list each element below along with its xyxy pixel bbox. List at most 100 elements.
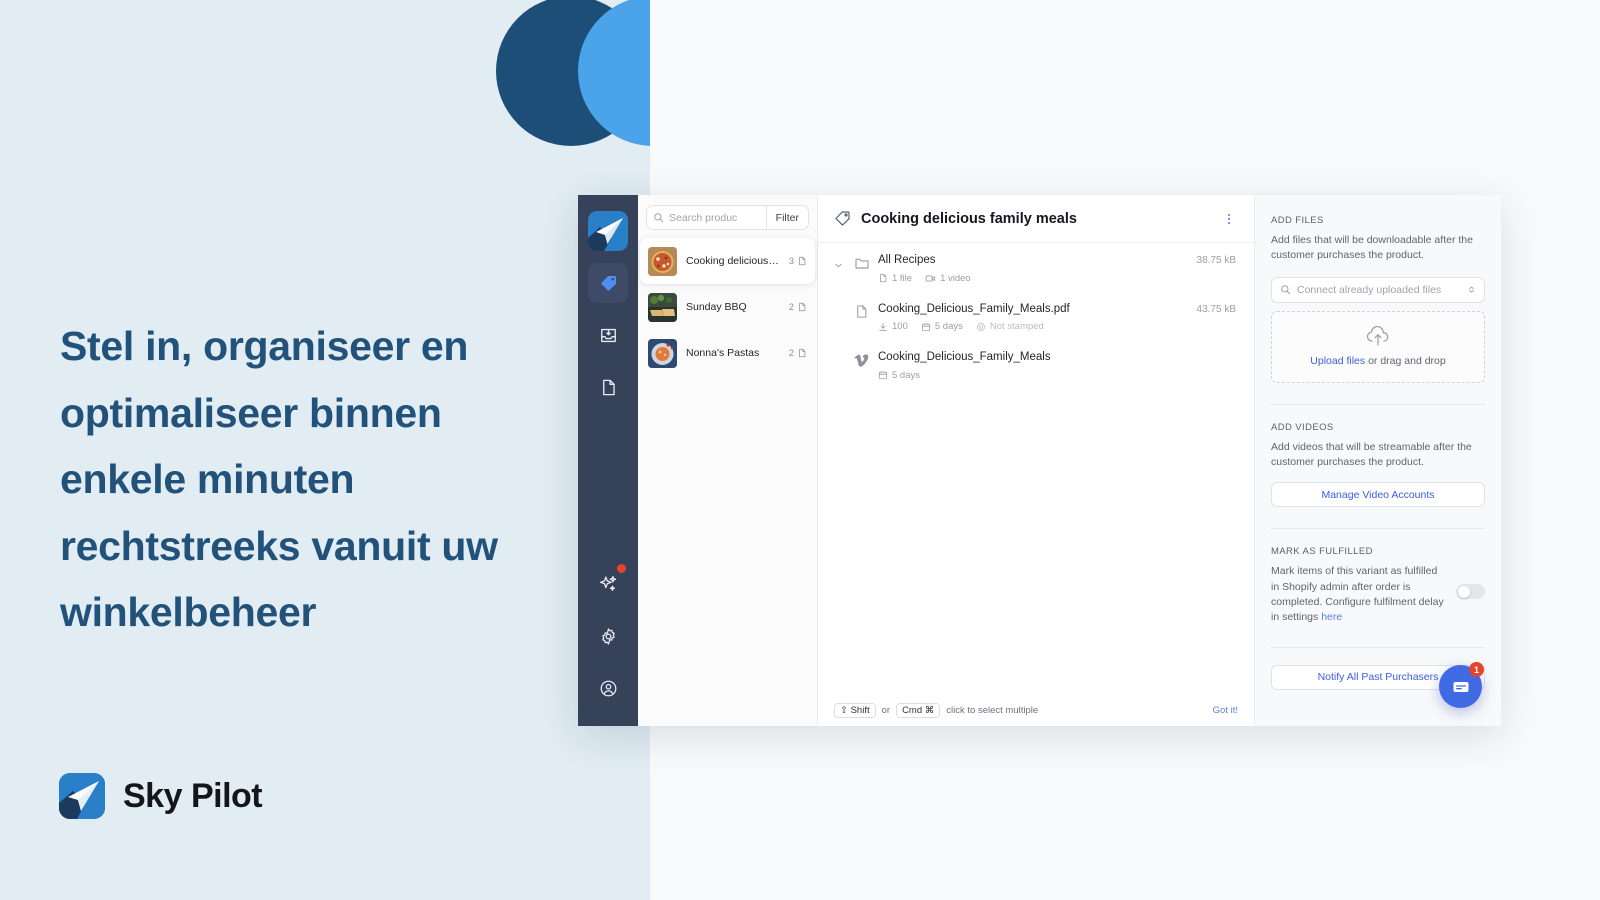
meta-text: 5 days (892, 369, 920, 381)
add-files-description: Add files that will be downloadable afte… (1271, 234, 1473, 262)
rail-item-logo[interactable] (588, 211, 628, 251)
file-meta: 100 5 days Not stamped (878, 321, 1189, 332)
brand-name: Sky Pilot (123, 776, 263, 815)
dropzone-suffix: or drag and drop (1365, 355, 1446, 368)
page-icon (602, 379, 615, 395)
product-search-row: Search produc Filter (646, 205, 809, 230)
row-type-icon (853, 302, 870, 319)
file-icon (799, 256, 806, 266)
meta-video-count: 1 video (925, 273, 971, 284)
file-size: 38.75 kB (1196, 255, 1236, 266)
rail-item-account[interactable] (588, 668, 628, 708)
expand-chevron-spacer (834, 302, 845, 306)
download-icon (879, 322, 887, 331)
product-title: Sunday BBQ (686, 301, 747, 313)
rail-item-magic[interactable] (588, 564, 628, 604)
meta-text: 5 days (934, 321, 963, 333)
upload-files-link[interactable]: Upload files (1310, 355, 1365, 367)
mark-as-fulfilled-block: MARK AS FULFILLED Mark items of this var… (1271, 546, 1485, 625)
product-file-count: 2 (789, 302, 807, 313)
rail-item-pages[interactable] (588, 367, 628, 407)
file-icon (857, 304, 867, 318)
file-row[interactable]: Cooking_Delicious_Family_Meals 5 days (818, 340, 1254, 389)
hint-text: click to select multiple (946, 704, 1039, 716)
file-icon (799, 348, 806, 358)
product-file-count-value: 2 (788, 347, 794, 359)
rail-item-products[interactable] (588, 263, 628, 303)
file-icon (799, 302, 806, 312)
gear-icon (601, 627, 615, 645)
brand-lockup: Sky Pilot (59, 773, 263, 819)
row-type-icon (853, 350, 870, 368)
file-size: 43.75 kB (1196, 303, 1236, 315)
tag-icon (600, 275, 616, 291)
filter-button[interactable]: Filter (765, 206, 808, 229)
marketing-headline: Stel in, organiseer en optimaliseer binn… (60, 323, 498, 636)
toggle-knob (1457, 585, 1470, 598)
chevron-updown-icon[interactable] (1467, 284, 1476, 295)
expand-chevron[interactable] (834, 253, 845, 275)
chat-launcher-button[interactable]: 1 (1439, 662, 1484, 708)
chevron-down-icon (835, 263, 842, 268)
product-detail-header: Cooking delicious family meals (818, 195, 1254, 243)
product-title: Nonna's Pastas (686, 347, 760, 359)
video-icon (925, 275, 936, 281)
row-type-icon (853, 253, 870, 271)
add-videos-title: ADD VIDEOS (1271, 421, 1334, 433)
meta-text: Not stamped (989, 321, 1044, 333)
vimeo-icon (853, 354, 868, 367)
product-thumbnail (648, 246, 677, 276)
file-row[interactable]: All Recipes 1 file 1 video 38.75 kB (818, 243, 1254, 292)
file-row[interactable]: Cooking_Delicious_Family_Meals.pdf 100 5… (818, 292, 1254, 341)
page-title: Cooking delicious family meals (861, 210, 1077, 227)
file-meta: 5 days (878, 370, 1228, 381)
add-files-title: ADD FILES (1271, 215, 1324, 226)
search-input[interactable]: Search produc (647, 206, 766, 229)
product-detail-column: Cooking delicious family meals All Recip… (818, 195, 1255, 726)
divider (1271, 646, 1485, 648)
file-name: Cooking_Delicious_Family_Meals.pdf (878, 302, 1070, 315)
got-it-button[interactable]: Got it! (1213, 705, 1238, 716)
product-list-item[interactable]: Sunday BBQ 2 (640, 284, 815, 330)
meta-download-limit: 100 (878, 321, 908, 332)
file-dropzone[interactable]: Upload files or drag and drop (1271, 310, 1485, 383)
search-placeholder: Search produc (669, 211, 738, 224)
rail-item-settings[interactable] (588, 616, 628, 656)
product-list-item[interactable]: Cooking delicious f... 3 (640, 238, 815, 284)
sky-pilot-logo-icon (588, 211, 628, 251)
kebab-menu-icon[interactable] (1222, 212, 1236, 226)
product-file-count: 3 (789, 256, 807, 267)
connect-files-placeholder: Connect already uploaded files (1297, 283, 1442, 296)
mark-as-fulfilled-toggle[interactable] (1456, 584, 1485, 600)
sky-pilot-logo-icon (59, 773, 105, 819)
connect-files-input[interactable]: Connect already uploaded files (1271, 276, 1485, 303)
stamp-icon (976, 322, 985, 331)
settings-panel: ADD FILES Add files that will be downloa… (1255, 195, 1501, 726)
manage-video-accounts-button[interactable]: Manage Video Accounts (1271, 482, 1485, 508)
file-icon (880, 273, 887, 283)
file-row-body: Cooking_Delicious_Family_Meals.pdf 100 5… (878, 302, 1189, 333)
settings-here-link[interactable]: here (1321, 611, 1342, 623)
kbd-cmd: Cmd ⌘ (896, 702, 941, 718)
app-window: Search produc Filter Cooking delicious f… (578, 195, 1501, 726)
file-name: Cooking_Delicious_Family_Meals (878, 351, 1051, 364)
meta-stamp-status: Not stamped (976, 321, 1044, 332)
meta-text: 1 video (940, 272, 971, 284)
meta-text: 1 file (892, 272, 913, 284)
mark-as-fulfilled-description: Mark items of this variant as fulfilled … (1271, 564, 1446, 625)
rail-item-downloads[interactable] (588, 315, 628, 355)
product-file-count-value: 3 (788, 255, 794, 267)
product-thumbnail (648, 292, 677, 322)
product-list-item[interactable]: Nonna's Pastas 2 (640, 330, 815, 376)
tag-icon (835, 211, 850, 226)
file-name: All Recipes (878, 254, 936, 266)
product-file-count-value: 2 (788, 301, 794, 313)
meta-expiry: 5 days (921, 321, 963, 332)
meta-text: 100 (892, 321, 908, 333)
mark-as-fulfilled-text: MARK AS FULFILLED Mark items of this var… (1271, 546, 1446, 625)
hint-or: or (881, 704, 891, 716)
folder-icon (854, 258, 869, 269)
cloud-upload-icon (1366, 326, 1389, 346)
app-icon-rail (578, 195, 638, 726)
marketing-panel: Stel in, organiseer en optimaliseer binn… (0, 0, 650, 900)
